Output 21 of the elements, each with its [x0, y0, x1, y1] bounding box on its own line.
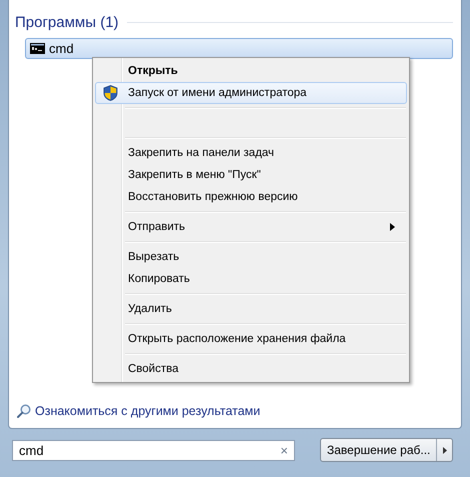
menu-item[interactable]: Удалить — [95, 298, 407, 320]
menu-item[interactable]: Открыть расположение хранения файла — [95, 328, 407, 350]
search-icon — [17, 404, 31, 418]
menu-item[interactable]: Запуск от имени администратора — [95, 82, 407, 104]
search-field[interactable]: cmd × — [12, 440, 295, 460]
menu-item[interactable]: Вырезать — [95, 246, 407, 268]
result-item[interactable]: cmd — [25, 38, 453, 59]
submenu-arrow-icon — [390, 223, 395, 231]
menu-item[interactable]: Свойства — [95, 358, 407, 380]
menu-item[interactable]: Копировать — [95, 268, 407, 290]
caret-icon — [442, 446, 447, 454]
menu-item[interactable]: Восстановить прежнюю версию — [95, 186, 407, 208]
more-results-link[interactable]: Ознакомиться с другими результатами — [35, 404, 260, 418]
terminal-icon — [30, 43, 45, 54]
section-heading: Программы (1) — [15, 14, 119, 31]
menu-item[interactable]: Отправить — [95, 216, 407, 238]
menu-item[interactable]: Закрепить в меню "Пуск" — [95, 164, 407, 186]
menu-item[interactable]: Открыть — [95, 60, 407, 82]
shield-icon — [102, 85, 118, 101]
menu-item[interactable]: Закрепить на панели задач — [95, 142, 407, 164]
clear-button[interactable]: × — [280, 442, 288, 458]
